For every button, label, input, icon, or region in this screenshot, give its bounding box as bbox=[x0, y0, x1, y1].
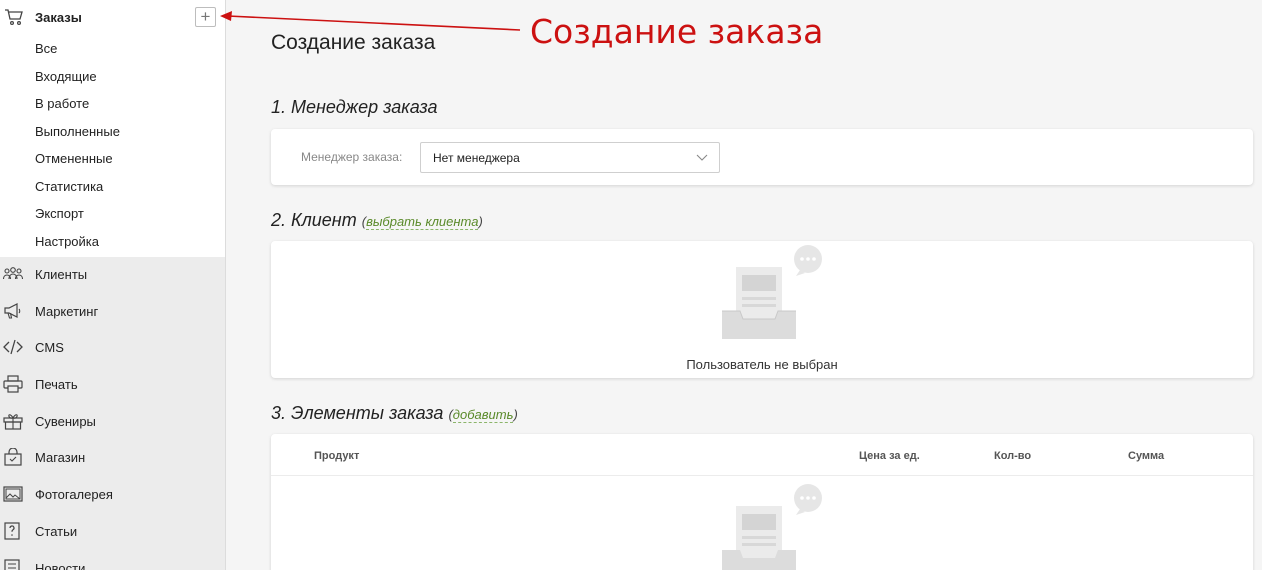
sidebar-item-label: Фотогалерея bbox=[35, 487, 113, 503]
empty-inbox-icon bbox=[722, 484, 822, 570]
column-header-unit-price: Цена за ед. bbox=[859, 450, 920, 462]
column-header-quantity: Кол-во bbox=[994, 450, 1032, 462]
sidebar-item-label: Маркетинг bbox=[35, 303, 99, 319]
printer-icon bbox=[3, 375, 23, 393]
sidebar-item-souvenirs[interactable]: Сувениры bbox=[0, 404, 225, 441]
column-header-total: Сумма bbox=[1128, 450, 1165, 462]
annotation-arrow bbox=[220, 11, 521, 31]
sidebar-item-articles[interactable]: Статьи bbox=[0, 514, 225, 551]
submenu-item-cancelled[interactable]: Отмененные bbox=[0, 145, 225, 173]
submenu-item-completed[interactable]: Выполненные bbox=[0, 118, 225, 146]
sidebar-item-clients[interactable]: Клиенты bbox=[0, 257, 225, 294]
table-header-divider bbox=[271, 475, 1253, 476]
code-icon bbox=[3, 340, 23, 355]
submenu-item-incoming[interactable]: Входящие bbox=[0, 63, 225, 91]
gallery-icon bbox=[3, 486, 23, 502]
submenu-item-export[interactable]: Экспорт bbox=[0, 200, 225, 228]
manager-card: Менеджер заказа: Нет менеджера bbox=[271, 129, 1253, 185]
sidebar-item-label: Магазин bbox=[35, 450, 86, 466]
sidebar-item-marketing[interactable]: Маркетинг bbox=[0, 294, 225, 331]
submenu-item-settings[interactable]: Настройка bbox=[0, 228, 225, 256]
column-header-product: Продукт bbox=[314, 450, 360, 462]
section-title-text: 2. Клиент bbox=[271, 210, 357, 230]
sidebar-section-title: Заказы bbox=[35, 10, 82, 25]
question-icon bbox=[4, 522, 20, 540]
sidebar: Заказы + Все Входящие В работе Выполненн… bbox=[0, 0, 226, 570]
sidebar-item-label: CMS bbox=[35, 340, 64, 356]
sidebar-item-news[interactable]: Новости bbox=[0, 551, 225, 570]
submenu-item-statistics[interactable]: Статистика bbox=[0, 173, 225, 201]
chevron-down-icon bbox=[696, 154, 708, 161]
users-icon bbox=[3, 267, 23, 280]
manager-select-value: Нет менеджера bbox=[433, 151, 520, 165]
select-client-link[interactable]: выбрать клиента bbox=[366, 214, 479, 230]
news-icon bbox=[4, 558, 20, 570]
sidebar-item-print[interactable]: Печать bbox=[0, 367, 225, 404]
section-manager-title: 1. Менеджер заказа bbox=[271, 97, 438, 118]
section-title-text: 1. Менеджер заказа bbox=[271, 97, 438, 117]
sidebar-section-orders: Заказы + Все Входящие В работе Выполненн… bbox=[0, 0, 225, 257]
client-empty-text: Пользователь не выбран bbox=[686, 357, 838, 372]
add-item-link[interactable]: добавить bbox=[452, 407, 514, 423]
sidebar-item-orders[interactable]: Заказы bbox=[0, 0, 225, 35]
app-root: Заказы + Все Входящие В работе Выполненн… bbox=[0, 0, 1262, 570]
sidebar-item-label: Статьи bbox=[35, 523, 78, 539]
items-card: Продукт Цена за ед. Кол-во Сумма bbox=[271, 434, 1253, 570]
add-order-button[interactable]: + bbox=[195, 7, 216, 27]
sidebar-item-label: Сувениры bbox=[35, 413, 96, 429]
shop-icon bbox=[4, 448, 22, 467]
submenu-item-in-progress[interactable]: В работе bbox=[0, 90, 225, 118]
section-title-text: 3. Элементы заказа bbox=[271, 403, 444, 423]
section-client-title: 2. Клиент (выбрать клиента) bbox=[271, 210, 483, 231]
manager-field-label: Менеджер заказа: bbox=[301, 150, 403, 164]
sidebar-item-gallery[interactable]: Фотогалерея bbox=[0, 477, 225, 514]
annotation-label: Создание заказа bbox=[530, 12, 824, 51]
orders-submenu: Все Входящие В работе Выполненные Отмене… bbox=[0, 35, 225, 255]
manager-select[interactable]: Нет менеджера bbox=[420, 142, 720, 173]
sidebar-item-shop[interactable]: Магазин bbox=[0, 440, 225, 477]
sidebar-item-label: Клиенты bbox=[35, 267, 88, 282]
section-items-title: 3. Элементы заказа (добавить) bbox=[271, 403, 518, 424]
client-card: Пользователь не выбран bbox=[271, 241, 1253, 378]
sidebar-item-cms[interactable]: CMS bbox=[0, 330, 225, 367]
sidebar-item-label: Печать bbox=[35, 377, 78, 393]
empty-inbox-icon bbox=[722, 245, 822, 339]
megaphone-icon bbox=[4, 302, 21, 319]
cart-icon bbox=[5, 9, 23, 26]
sidebar-item-label: Новости bbox=[35, 560, 86, 570]
submenu-item-all[interactable]: Все bbox=[0, 35, 225, 63]
paren-close: ) bbox=[513, 407, 518, 422]
gift-icon bbox=[3, 414, 23, 430]
main-content: Создание заказа 1. Менеджер заказа Менед… bbox=[226, 0, 1262, 570]
paren-close: ) bbox=[478, 214, 483, 229]
sidebar-menu: Клиенты Маркетинг CMS Печать Сувениры Ма… bbox=[0, 257, 225, 570]
